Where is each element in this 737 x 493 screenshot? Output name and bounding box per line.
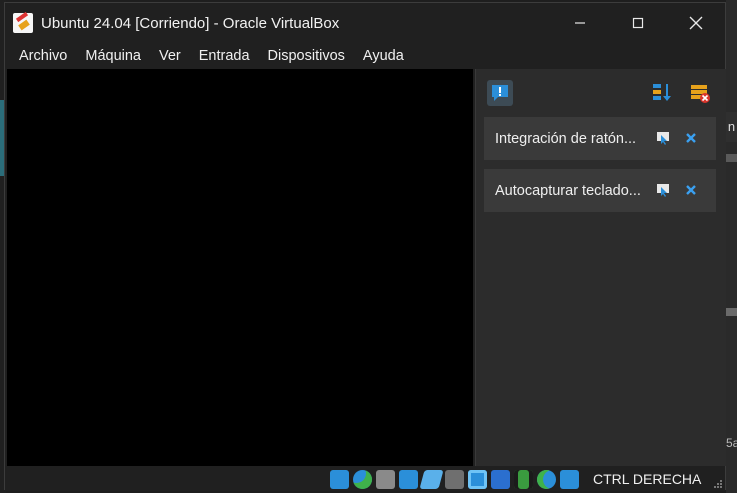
cpu-icon[interactable] [514,470,533,489]
minimize-icon [575,22,585,24]
notification-close-button[interactable] [683,130,699,146]
menu-bar: Archivo Máquina Ver Entrada Dispositivos… [5,43,725,69]
keep-finished-progresses-button[interactable] [487,80,513,106]
background-window-text: 5a [726,436,737,450]
notification-item[interactable]: Integración de ratón... [484,117,716,160]
usb-icon[interactable] [419,470,444,489]
desktop-background-right [726,0,737,493]
recording-icon[interactable] [491,470,510,489]
audio-icon[interactable] [376,470,395,489]
keyboard-icon[interactable] [560,470,579,489]
speech-alert-icon [492,85,508,101]
notification-item[interactable]: Autocapturar teclado... [484,169,716,212]
help-pointer-icon[interactable] [656,131,670,145]
virtualbox-app-icon[interactable] [13,13,33,33]
mouse-integration-icon[interactable] [537,470,556,489]
optical-drive-icon[interactable] [353,470,372,489]
vm-display[interactable] [7,69,473,466]
menu-entrada[interactable]: Entrada [190,48,259,64]
status-indicators [330,469,583,490]
resize-grip-icon[interactable] [713,479,723,489]
notification-text: Autocapturar teclado... [495,182,641,199]
menu-archivo[interactable]: Archivo [5,48,76,64]
minimize-button[interactable] [551,3,609,43]
hard-disk-icon[interactable] [330,470,349,489]
close-icon [686,185,696,195]
dismiss-all-button[interactable] [687,80,713,106]
host-key-label: CTRL DERECHA [593,471,702,487]
close-icon [689,16,703,30]
virtualbox-window: Ubuntu 24.04 [Corriendo] - Oracle Virtua… [4,2,726,491]
sort-button[interactable] [649,80,675,106]
menu-ayuda[interactable]: Ayuda [354,48,413,64]
shared-folders-icon[interactable] [445,470,464,489]
help-pointer-icon[interactable] [656,183,670,197]
menu-ver[interactable]: Ver [150,48,190,64]
menu-maquina[interactable]: Máquina [76,48,150,64]
notification-toolbar [476,69,726,113]
title-bar[interactable]: Ubuntu 24.04 [Corriendo] - Oracle Virtua… [5,3,725,43]
window-controls [551,3,725,43]
status-bar: CTRL DERECHA [5,467,725,491]
notification-close-button[interactable] [683,182,699,198]
background-window-tab: n [726,112,737,142]
background-window-bar [726,154,737,162]
maximize-icon [632,17,644,29]
maximize-button[interactable] [609,3,667,43]
close-button[interactable] [667,3,725,43]
background-window-bar [726,308,737,316]
close-icon [686,133,696,143]
sort-icon [653,84,671,101]
network-icon[interactable] [399,470,418,489]
display-icon[interactable] [468,470,487,489]
dismiss-all-icon [691,85,710,103]
window-title: Ubuntu 24.04 [Corriendo] - Oracle Virtua… [41,14,340,32]
menu-dispositivos[interactable]: Dispositivos [259,48,354,64]
notification-center: Integración de ratón... Autocapturar tec… [475,69,726,466]
notification-text: Integración de ratón... [495,130,637,147]
